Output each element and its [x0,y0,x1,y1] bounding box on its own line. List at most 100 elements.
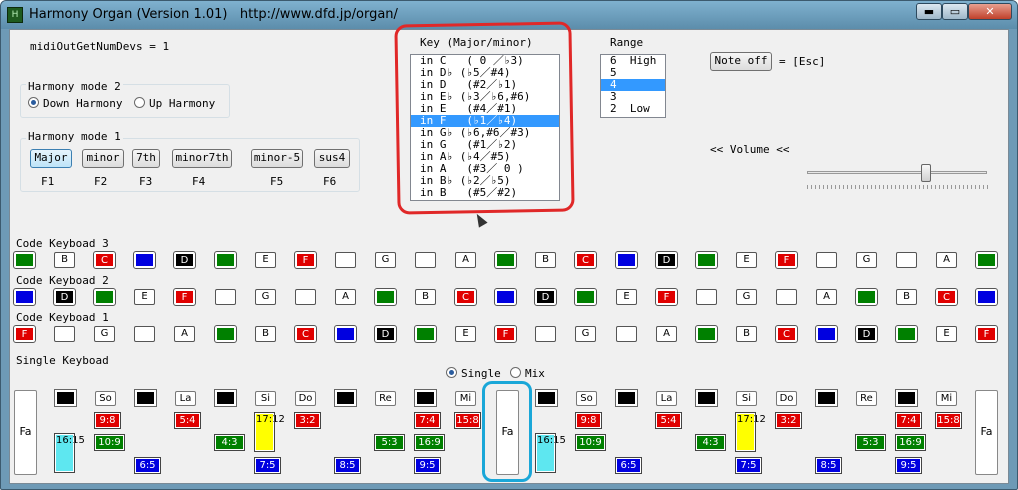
minimize-button[interactable]: ▬ [916,3,942,20]
code2-key[interactable] [215,289,236,305]
code2-key[interactable]: F [173,288,196,306]
code1-key[interactable] [134,326,155,342]
single-mode-radio-dot[interactable] [446,367,457,378]
code3-key[interactable]: A [936,252,957,268]
note-do-b[interactable]: Do [776,391,797,406]
note-la-b[interactable]: La [656,391,677,406]
code3-key[interactable]: B [54,252,75,268]
black-key-a[interactable] [54,389,77,407]
black-key-a[interactable] [134,389,157,407]
up-harmony-radio-dot[interactable] [134,97,145,108]
code3-key[interactable]: A [455,252,476,268]
code3-key[interactable]: E [255,252,276,268]
black-key-b[interactable] [895,389,918,407]
code1-key[interactable] [895,325,918,343]
code3-key[interactable]: F [294,251,317,269]
code1-key[interactable]: E [455,326,476,342]
note-so-b[interactable]: So [576,391,597,406]
code1-key[interactable]: D [374,325,397,343]
code2-key[interactable] [975,288,998,306]
maximize-button[interactable]: ▭ [942,3,968,20]
down-harmony-radio[interactable]: Down Harmony [28,97,122,110]
code2-key[interactable]: C [935,288,958,306]
note-do-a[interactable]: Do [295,391,316,406]
black-key-b[interactable] [535,389,558,407]
code3-key[interactable]: G [375,252,396,268]
code3-key[interactable] [494,251,517,269]
note-so-a[interactable]: So [95,391,116,406]
black-key-a[interactable] [414,389,437,407]
code1-key[interactable]: F [494,325,517,343]
note-la-a[interactable]: La [175,391,196,406]
code2-key[interactable] [696,289,717,305]
code3-key[interactable] [695,251,718,269]
close-button[interactable]: ✕ [968,3,1012,20]
down-harmony-radio-dot[interactable] [28,97,39,108]
code2-key[interactable] [574,288,597,306]
code2-key[interactable] [855,288,878,306]
code3-key[interactable]: E [736,252,757,268]
fa-key-left[interactable]: Fa [14,390,37,475]
code2-key[interactable] [295,289,316,305]
major-button[interactable]: Major [30,149,72,168]
fa-key-right[interactable]: Fa [975,390,998,475]
code3-key[interactable] [816,252,837,268]
code2-key[interactable]: B [415,289,436,305]
range-listbox[interactable]: 6 High 5 4 3 2 Low [600,54,666,118]
code1-key[interactable] [54,326,75,342]
code1-key[interactable] [815,325,838,343]
code2-key[interactable] [374,288,397,306]
up-harmony-radio[interactable]: Up Harmony [134,97,215,110]
code3-key[interactable]: D [655,251,678,269]
minor-button[interactable]: minor [82,149,124,168]
code2-key[interactable]: G [736,289,757,305]
code2-key[interactable] [93,288,116,306]
code3-key[interactable] [415,252,436,268]
code1-key[interactable]: C [775,325,798,343]
code2-key[interactable]: D [534,288,557,306]
code1-key[interactable]: E [936,326,957,342]
code3-key[interactable] [13,251,36,269]
note-mi-b[interactable]: Mi [936,391,957,406]
code2-key[interactable] [776,289,797,305]
code3-key[interactable] [214,251,237,269]
code1-key[interactable]: D [855,325,878,343]
code3-key[interactable]: C [93,251,116,269]
note-re-b[interactable]: Re [856,391,877,406]
code3-key[interactable] [975,251,998,269]
code1-key[interactable] [616,326,637,342]
black-key-b[interactable] [695,389,718,407]
code2-key[interactable]: E [134,289,155,305]
code1-key[interactable] [414,325,437,343]
code2-key[interactable]: C [454,288,477,306]
code1-key[interactable] [214,325,237,343]
note-off-button[interactable]: Note off [710,52,772,71]
code3-key[interactable]: F [775,251,798,269]
code2-key[interactable]: G [255,289,276,305]
code2-key[interactable]: A [816,289,837,305]
code2-key[interactable]: B [896,289,917,305]
code1-key[interactable] [535,326,556,342]
code3-key[interactable] [335,252,356,268]
black-key-b[interactable] [615,389,638,407]
code1-key[interactable]: A [174,326,195,342]
code3-key[interactable] [133,251,156,269]
code3-key[interactable]: B [535,252,556,268]
code3-key[interactable] [896,252,917,268]
code1-key[interactable] [334,325,357,343]
code1-key[interactable]: F [13,325,36,343]
code1-key[interactable] [695,325,718,343]
code1-key[interactable]: B [736,326,757,342]
mix-mode-radio[interactable]: Mix [510,367,545,380]
code3-key[interactable] [615,251,638,269]
code2-key[interactable] [494,288,517,306]
note-mi-a[interactable]: Mi [455,391,476,406]
code2-key[interactable]: E [616,289,637,305]
note-si-b[interactable]: Si [736,391,757,406]
black-key-b[interactable] [815,389,838,407]
code2-key[interactable] [13,288,36,306]
minor-5-button[interactable]: minor-5 [251,149,303,168]
code1-key[interactable]: A [656,326,677,342]
sus4-button[interactable]: sus4 [314,149,350,168]
code2-key[interactable]: A [335,289,356,305]
